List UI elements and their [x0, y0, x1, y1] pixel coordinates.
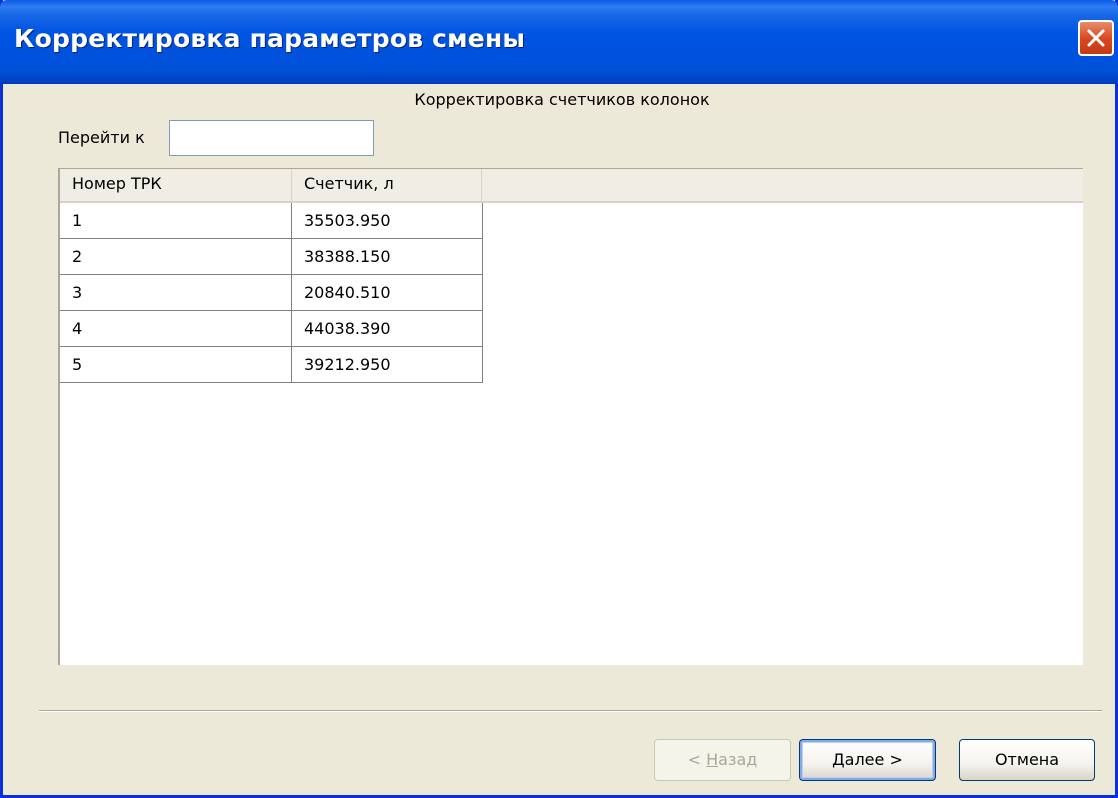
counter-cell[interactable]: 44038.390: [292, 311, 483, 346]
counters-table[interactable]: Номер ТРК Счетчик, л 1 35503.950 2 38388…: [58, 168, 1083, 665]
back-button-prefix: <: [687, 750, 707, 769]
counter-cell[interactable]: 35503.950: [292, 203, 483, 238]
pump-number-cell[interactable]: 2: [60, 239, 292, 274]
counter-cell[interactable]: 20840.510: [292, 275, 483, 310]
close-icon: [1087, 29, 1105, 47]
pump-number-cell[interactable]: 1: [60, 203, 292, 238]
dialog-window: Корректировка параметров смены Корректир…: [0, 0, 1118, 798]
column-header-pump-number[interactable]: Номер ТРК: [60, 169, 292, 201]
goto-input[interactable]: [169, 120, 374, 156]
table-row[interactable]: 3 20840.510: [60, 275, 483, 311]
next-button[interactable]: Далее >: [799, 739, 936, 781]
table-header: Номер ТРК Счетчик, л: [60, 169, 1083, 203]
window-title: Корректировка параметров смены: [14, 24, 526, 53]
next-button-rest: алее >: [844, 750, 903, 769]
cancel-button[interactable]: Отмена: [959, 739, 1095, 781]
column-header-counter[interactable]: Счетчик, л: [292, 169, 482, 201]
pump-number-cell[interactable]: 5: [60, 347, 292, 382]
title-bar[interactable]: Корректировка параметров смены: [0, 0, 1118, 84]
next-button-accel: Д: [832, 750, 845, 769]
counter-cell[interactable]: 38388.150: [292, 239, 483, 274]
close-button[interactable]: [1078, 20, 1114, 56]
table-row[interactable]: 5 39212.950: [60, 347, 483, 383]
table-row[interactable]: 1 35503.950: [60, 203, 483, 239]
back-button-accel: Н: [706, 750, 719, 769]
back-button[interactable]: < Назад: [654, 739, 791, 781]
table-row[interactable]: 2 38388.150: [60, 239, 483, 275]
back-button-rest: азад: [718, 750, 758, 769]
footer-separator: [39, 710, 1102, 712]
table-row[interactable]: 4 44038.390: [60, 311, 483, 347]
pump-number-cell[interactable]: 4: [60, 311, 292, 346]
pump-number-cell[interactable]: 3: [60, 275, 292, 310]
goto-label: Перейти к: [58, 128, 145, 147]
counter-cell[interactable]: 39212.950: [292, 347, 483, 382]
page-subtitle: Корректировка счетчиков колонок: [414, 90, 710, 109]
